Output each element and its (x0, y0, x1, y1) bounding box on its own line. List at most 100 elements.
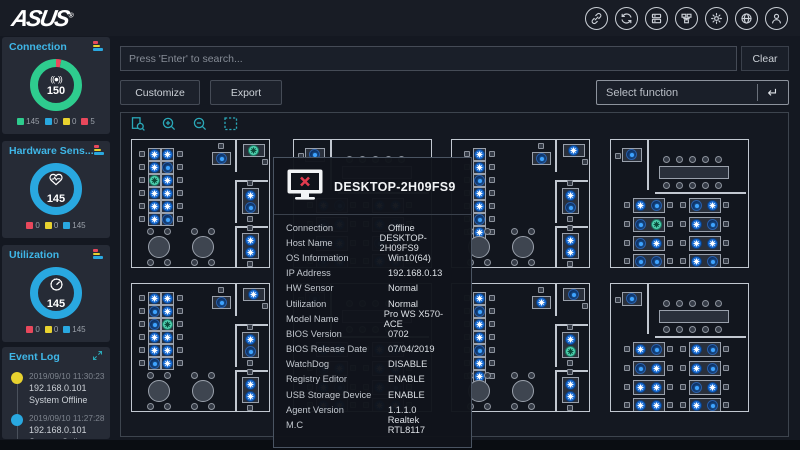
select-area-icon[interactable] (223, 116, 239, 132)
computer-node[interactable] (245, 235, 256, 246)
account-icon[interactable] (765, 7, 788, 30)
computer-node[interactable] (691, 238, 702, 249)
computer-node[interactable] (565, 190, 576, 201)
computer-node[interactable] (707, 256, 718, 267)
computer-node[interactable] (149, 345, 160, 356)
computer-node[interactable] (149, 214, 160, 225)
computer-node[interactable] (635, 363, 646, 374)
computer-node[interactable] (245, 190, 256, 201)
computer-node[interactable] (565, 379, 576, 390)
computer-node[interactable] (162, 162, 173, 173)
computer-node[interactable] (245, 202, 256, 213)
computer-node[interactable] (707, 400, 718, 411)
computer-node[interactable] (474, 345, 485, 356)
computer-node[interactable] (149, 293, 160, 304)
computer-node[interactable] (707, 382, 718, 393)
computer-node[interactable] (474, 306, 485, 317)
computer-node[interactable] (162, 319, 173, 330)
computer-node[interactable] (474, 293, 485, 304)
computer-node[interactable] (565, 391, 576, 402)
network-icon[interactable] (735, 7, 758, 30)
computer-node[interactable] (635, 382, 646, 393)
computer-node[interactable] (691, 219, 702, 230)
computer-node[interactable] (691, 363, 702, 374)
computer-node[interactable] (149, 319, 160, 330)
clear-button[interactable]: Clear (741, 46, 789, 71)
mini-chart-icon[interactable] (93, 41, 103, 52)
server-icon[interactable] (645, 7, 668, 30)
computer-node[interactable] (149, 332, 160, 343)
enter-icon[interactable]: ↵ (758, 85, 788, 101)
computer-node[interactable] (245, 346, 256, 357)
computer-node[interactable] (162, 293, 173, 304)
computer-node[interactable] (635, 400, 646, 411)
computer-node[interactable] (245, 247, 256, 258)
computer-node[interactable] (162, 175, 173, 186)
sync-icon[interactable] (615, 7, 638, 30)
select-function-dropdown[interactable]: Select function ↵ (596, 80, 789, 105)
computer-node[interactable] (691, 200, 702, 211)
computer-node[interactable] (651, 400, 662, 411)
settings-icon[interactable] (705, 7, 728, 30)
computer-node[interactable] (635, 219, 646, 230)
computer-node[interactable] (162, 201, 173, 212)
computer-node[interactable] (691, 382, 702, 393)
computer-node[interactable] (162, 345, 173, 356)
computer-node[interactable] (707, 344, 718, 355)
computer-node[interactable] (635, 238, 646, 249)
computer-node[interactable] (565, 235, 576, 246)
customize-button[interactable]: Customize (120, 80, 200, 105)
computer-node[interactable] (162, 358, 173, 369)
computer-node[interactable] (474, 201, 485, 212)
mini-chart-icon[interactable] (94, 145, 104, 156)
computer-node[interactable] (651, 238, 662, 249)
computer-node[interactable] (149, 175, 160, 186)
computer-node[interactable] (635, 256, 646, 267)
computer-node[interactable] (248, 145, 259, 156)
computer-node[interactable] (565, 334, 576, 345)
computer-node[interactable] (474, 188, 485, 199)
computer-node[interactable] (691, 256, 702, 267)
computer-node[interactable] (707, 200, 718, 211)
computer-node[interactable] (474, 214, 485, 225)
computer-node[interactable] (149, 358, 160, 369)
computer-node[interactable] (245, 334, 256, 345)
computer-node[interactable] (707, 363, 718, 374)
computer-node[interactable] (565, 247, 576, 258)
computer-node[interactable] (474, 319, 485, 330)
computer-node[interactable] (216, 297, 227, 308)
computer-node[interactable] (707, 238, 718, 249)
computer-node[interactable] (474, 358, 485, 369)
computer-node[interactable] (474, 149, 485, 160)
computer-node[interactable] (149, 188, 160, 199)
computer-node[interactable] (635, 200, 646, 211)
computer-node[interactable] (536, 153, 547, 164)
computer-node[interactable] (651, 363, 662, 374)
computer-node[interactable] (162, 214, 173, 225)
computer-node[interactable] (149, 149, 160, 160)
computer-node[interactable] (474, 332, 485, 343)
link-icon[interactable] (585, 7, 608, 30)
computer-node[interactable] (245, 391, 256, 402)
zoom-in-icon[interactable] (161, 116, 177, 132)
computer-node[interactable] (651, 219, 662, 230)
computer-node[interactable] (626, 293, 637, 304)
computer-node[interactable] (248, 289, 259, 300)
computer-node[interactable] (651, 382, 662, 393)
computer-node[interactable] (707, 219, 718, 230)
computer-node[interactable] (474, 175, 485, 186)
computer-node[interactable] (149, 306, 160, 317)
computer-node[interactable] (162, 149, 173, 160)
computer-node[interactable] (162, 332, 173, 343)
computer-node[interactable] (565, 202, 576, 213)
computer-node[interactable] (691, 344, 702, 355)
computer-node[interactable] (651, 200, 662, 211)
computer-node[interactable] (149, 201, 160, 212)
computer-node[interactable] (162, 306, 173, 317)
computer-node[interactable] (149, 162, 160, 173)
computer-node[interactable] (651, 344, 662, 355)
computer-node[interactable] (245, 379, 256, 390)
computer-node[interactable] (474, 162, 485, 173)
computer-node[interactable] (635, 344, 646, 355)
deployment-icon[interactable] (675, 7, 698, 30)
